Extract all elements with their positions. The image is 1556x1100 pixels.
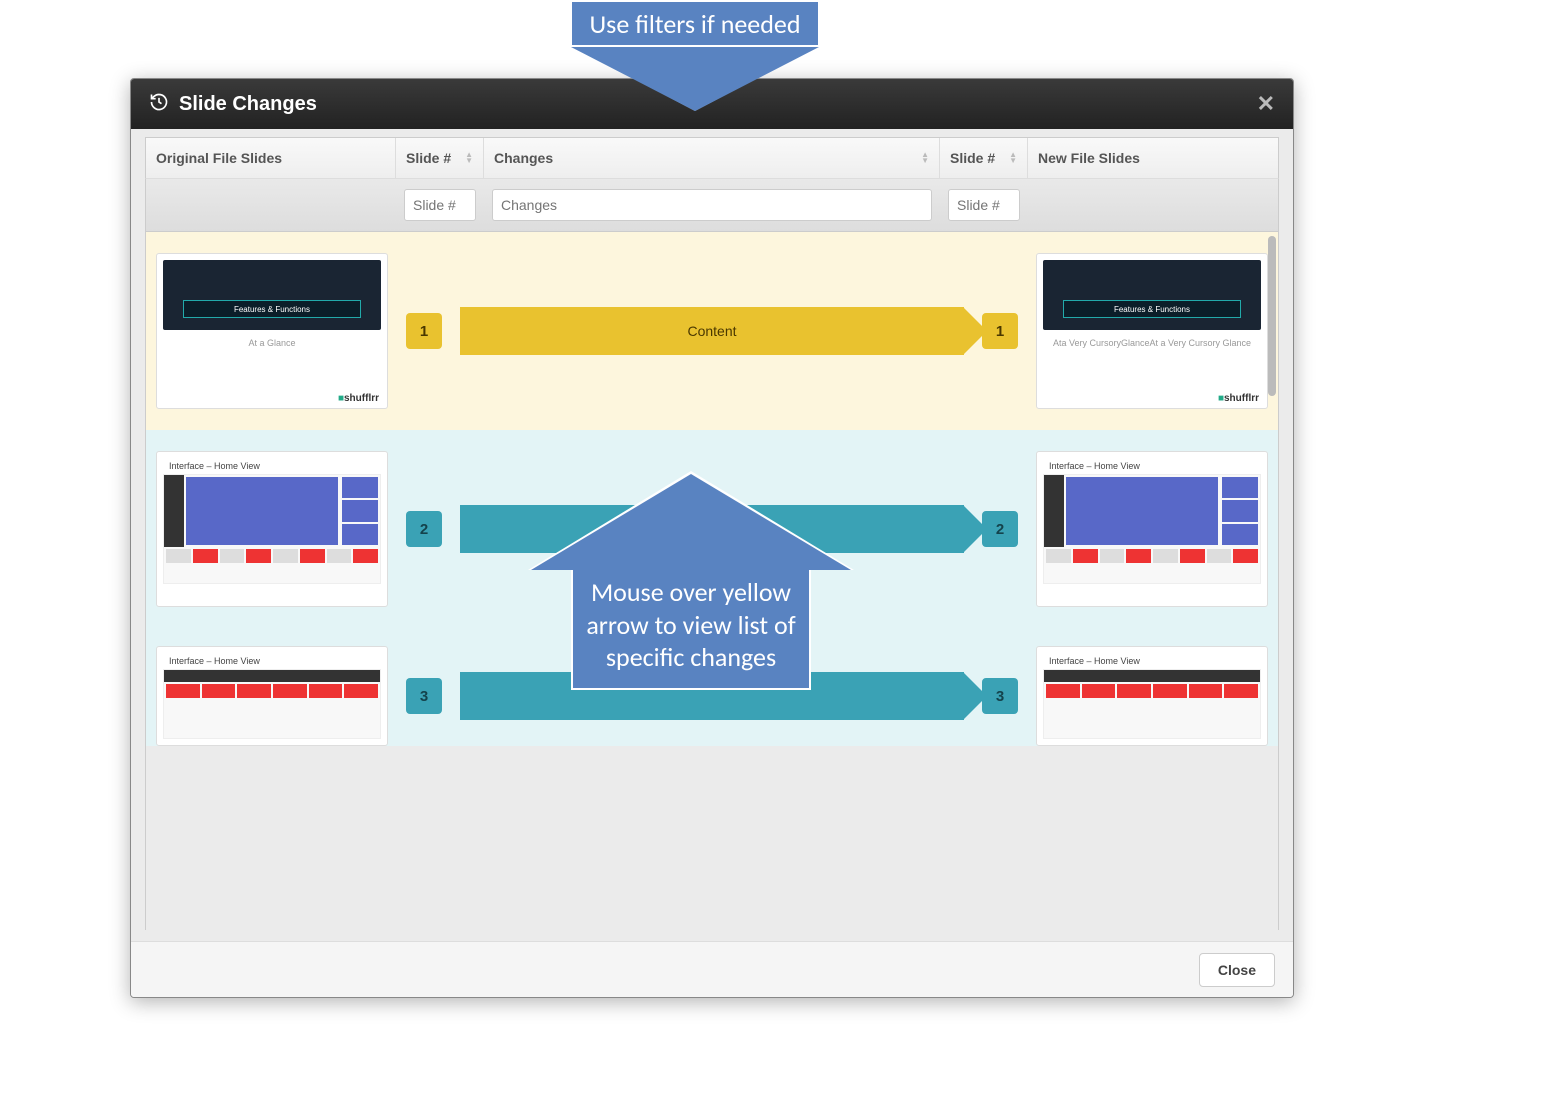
original-slide-thumbnail[interactable]: Interface – Home View — [156, 646, 388, 746]
dialog-footer: Close — [131, 941, 1293, 997]
brand-logo: ■shufflrr — [338, 393, 379, 404]
history-icon — [149, 92, 169, 117]
sort-icon: ▲▼ — [465, 152, 473, 164]
thumb-subtitle: At a Glance — [248, 338, 295, 348]
thumb-title: Features & Functions — [183, 300, 361, 318]
arrow-down-icon — [571, 47, 819, 111]
original-slide-thumbnail[interactable]: Features & Functions At a Glance ■shuffl… — [156, 253, 388, 409]
thumb-subtitle: Ata Very CursoryGlanceAt a Very Cursory … — [1053, 338, 1251, 348]
new-slide-number: 2 — [982, 511, 1018, 547]
slide-right-filter-input[interactable] — [948, 189, 1020, 221]
new-slide-thumbnail[interactable]: Features & Functions Ata Very CursoryGla… — [1036, 253, 1268, 409]
thumb-title: Interface – Home View — [1043, 653, 1261, 669]
callout-mouseover: Mouse over yellow arrow to view list of … — [530, 474, 852, 690]
column-header-slide-right[interactable]: Slide # ▲▼ — [940, 138, 1028, 178]
sort-icon: ▲▼ — [1009, 152, 1017, 164]
arrow-up-icon — [531, 474, 851, 570]
original-slide-number: 2 — [406, 511, 442, 547]
column-header-changes[interactable]: Changes ▲▼ — [484, 138, 940, 178]
thumb-title: Interface – Home View — [163, 458, 381, 474]
original-slide-number: 1 — [406, 313, 442, 349]
new-slide-thumbnail[interactable]: Interface – Home View — [1036, 646, 1268, 746]
thumb-title: Interface – Home View — [163, 653, 381, 669]
changes-filter-input[interactable] — [492, 189, 932, 221]
callout-text: Use filters if needed — [570, 0, 820, 47]
column-header-slide-left[interactable]: Slide # ▲▼ — [396, 138, 484, 178]
brand-logo: ■shufflrr — [1218, 393, 1259, 404]
filter-row — [145, 179, 1279, 232]
close-icon[interactable]: ✕ — [1257, 91, 1275, 117]
table-row: Features & Functions At a Glance ■shuffl… — [146, 232, 1278, 430]
new-slide-number: 1 — [982, 313, 1018, 349]
column-header-new[interactable]: New File Slides — [1028, 138, 1278, 178]
new-slide-number: 3 — [982, 678, 1018, 714]
change-label: Content — [687, 323, 736, 339]
callout-text: Mouse over yellow arrow to view list of … — [571, 570, 811, 690]
thumb-title: Interface – Home View — [1043, 458, 1261, 474]
column-header-original[interactable]: Original File Slides — [146, 138, 396, 178]
callout-filters: Use filters if needed — [570, 0, 820, 111]
original-slide-thumbnail[interactable]: Interface – Home View — [156, 451, 388, 607]
slide-left-filter-input[interactable] — [404, 189, 476, 221]
thumb-title: Features & Functions — [1063, 300, 1241, 318]
original-slide-number: 3 — [406, 678, 442, 714]
table-header: Original File Slides Slide # ▲▼ Changes … — [145, 137, 1279, 179]
new-slide-thumbnail[interactable]: Interface – Home View — [1036, 451, 1268, 607]
change-arrow[interactable]: Content — [460, 307, 964, 355]
close-button[interactable]: Close — [1199, 953, 1275, 987]
dialog-title: Slide Changes — [179, 93, 317, 116]
sort-icon: ▲▼ — [921, 152, 929, 164]
scrollbar[interactable] — [1268, 236, 1276, 396]
